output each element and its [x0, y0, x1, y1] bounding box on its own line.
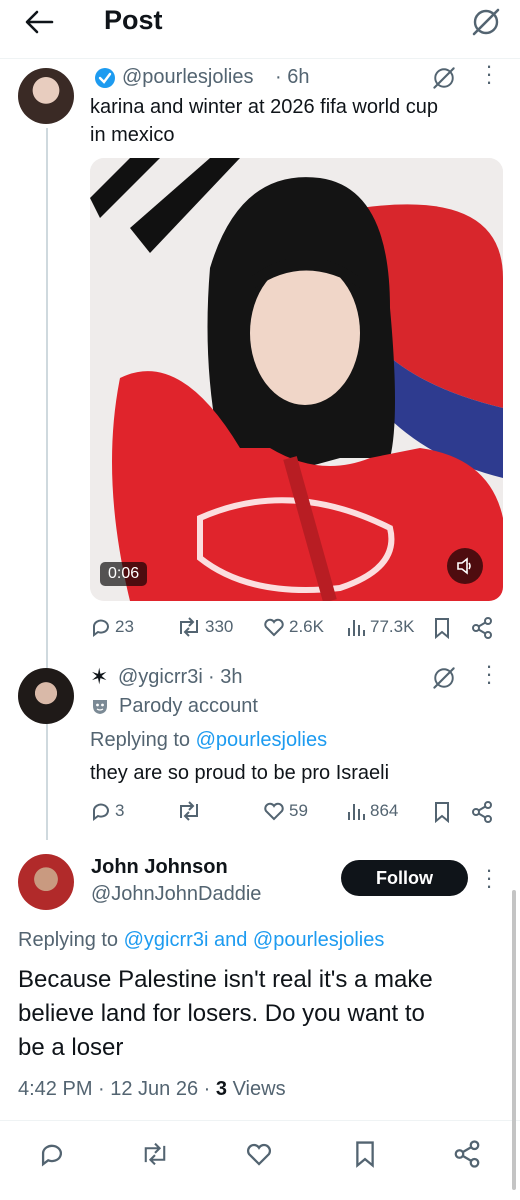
avatar[interactable] [18, 854, 74, 910]
grok-icon[interactable] [430, 664, 458, 692]
grok-icon[interactable] [470, 6, 502, 38]
reply-icon [90, 616, 112, 638]
views-button[interactable]: 864 [345, 800, 398, 822]
parody-badge: Parody account [119, 695, 258, 717]
views-label: Views [232, 1078, 286, 1100]
thread-connector [46, 128, 48, 840]
reply-count: 23 [115, 617, 134, 636]
page-title: Post [104, 5, 163, 35]
arrow-left-icon[interactable] [24, 8, 54, 36]
views-count: 77.3K [370, 617, 415, 636]
post-handle[interactable]: @ygicrr3i [118, 666, 203, 689]
avatar[interactable] [18, 68, 74, 124]
parody-mask-icon [90, 696, 110, 716]
reply-button[interactable]: 23 [90, 616, 134, 638]
replying-to-handle[interactable]: @pourlesjolies [196, 729, 327, 751]
replying-to: Replying to @pourlesjolies [90, 729, 327, 752]
avatar[interactable] [18, 668, 74, 724]
display-name[interactable]: John Johnson [91, 856, 228, 879]
like-count: 59 [289, 801, 308, 820]
bookmark-icon[interactable] [352, 1140, 378, 1168]
heart-icon[interactable] [244, 1140, 274, 1168]
post-text: Because Palestine isn't real it's a make [18, 966, 433, 993]
post-handle[interactable]: @JohnJohnDaddie [91, 883, 261, 906]
repost-button[interactable]: 330 [176, 616, 233, 638]
repost-icon[interactable] [140, 1140, 170, 1168]
scrollbar[interactable] [512, 890, 516, 1190]
replying-to-label: Replying to [18, 929, 119, 951]
reply-icon[interactable] [38, 1140, 66, 1168]
views-chart-icon [345, 800, 367, 822]
mute-toggle-icon[interactable] [447, 548, 483, 584]
like-count: 2.6K [289, 617, 324, 636]
reply-icon [90, 800, 112, 822]
more-options-icon[interactable]: · · · [484, 55, 494, 93]
post-text-continued: in mexico [90, 124, 175, 146]
post-text: they are so proud to be pro Israeli [90, 762, 390, 784]
replying-to-handle[interactable]: @ygicrr3i [124, 929, 209, 951]
views-count: 864 [370, 801, 399, 820]
timestamp-text: 4:42 PM · 12 Jun 26 · [18, 1078, 211, 1100]
like-button[interactable]: 2.6K [262, 616, 324, 638]
share-icon[interactable] [470, 616, 494, 640]
reply-count: 3 [115, 801, 125, 820]
replying-to: Replying to @ygicrr3i and @pourlesjolies [18, 929, 384, 952]
heart-icon [262, 800, 286, 822]
repost-count: 330 [205, 617, 234, 636]
like-button[interactable]: 59 [262, 800, 308, 822]
share-icon[interactable] [470, 800, 494, 824]
post-time: · 6h [275, 66, 310, 88]
replying-to-label: Replying to [90, 729, 191, 751]
post-timestamp[interactable]: 4:42 PM · 12 Jun 26 · 3 Views [18, 1078, 286, 1101]
bookmark-icon[interactable] [432, 617, 452, 639]
post-handle[interactable]: @pourlesjolies [122, 66, 253, 89]
reply-button[interactable]: 3 [90, 800, 124, 822]
action-bar-divider [0, 1120, 520, 1121]
video-duration: 0:06 [100, 562, 148, 586]
views-count: 3 [215, 1078, 228, 1100]
follow-button[interactable]: Follow [341, 860, 468, 896]
heart-icon [262, 616, 286, 638]
header-divider [0, 58, 520, 59]
share-icon[interactable] [452, 1139, 482, 1169]
post-text-continued: be a loser [18, 1034, 124, 1061]
more-options-icon[interactable]: · · · [484, 859, 494, 897]
verified-badge-icon [93, 66, 117, 90]
post-time: · 3h [208, 666, 243, 688]
repost-button[interactable] [176, 800, 205, 822]
grok-icon[interactable] [430, 64, 458, 92]
replying-to-handle[interactable]: @pourlesjolies [253, 929, 384, 951]
video-player[interactable]: 0:06 [90, 158, 503, 601]
views-chart-icon [345, 616, 367, 638]
repost-icon [176, 800, 202, 822]
video-thumbnail [90, 158, 503, 601]
repost-icon [176, 616, 202, 638]
more-options-icon[interactable]: · · · [484, 655, 494, 693]
top-bar: Post [0, 0, 520, 50]
display-name-symbol: ✶ [90, 664, 109, 689]
views-button[interactable]: 77.3K [345, 616, 414, 638]
post-text: karina and winter at 2026 fifa world cup [90, 96, 438, 118]
bookmark-icon[interactable] [432, 801, 452, 823]
post-text-continued: believe land for losers. Do you want to [18, 1000, 425, 1027]
replying-to-and: and [213, 929, 248, 951]
